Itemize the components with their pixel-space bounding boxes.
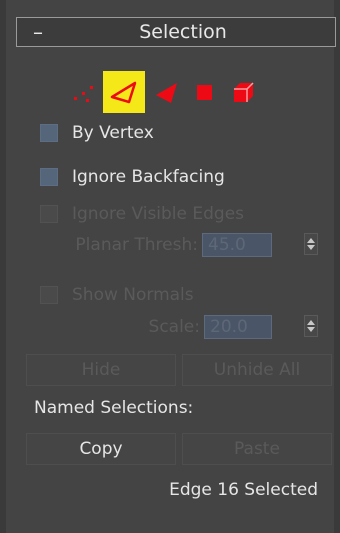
planar-thresh-field: 45.0 xyxy=(202,233,272,257)
scale-arrows xyxy=(304,315,318,337)
by-vertex-checkbox[interactable] xyxy=(40,124,58,142)
edge-button[interactable] xyxy=(103,71,145,113)
hide-button: Hide xyxy=(26,354,176,386)
unhide-all-button: Unhide All xyxy=(182,354,332,386)
edge-icon xyxy=(110,81,137,104)
planar-thresh-spinner: Planar Thresh: 45.0 xyxy=(6,232,340,258)
show-normals-option: Show Normals xyxy=(40,282,194,308)
element-icon xyxy=(234,82,254,102)
show-normals-label: Show Normals xyxy=(72,285,194,305)
vertex-icon xyxy=(74,86,93,102)
ignore-visible-edges-label: Ignore Visible Edges xyxy=(72,204,245,224)
ignore-visible-edges-option: Ignore Visible Edges xyxy=(40,201,244,227)
arrow-up-icon xyxy=(307,320,315,325)
rollout-title: Selection xyxy=(139,21,227,43)
collapse-icon[interactable]: – xyxy=(33,21,43,43)
ignore-backfacing-option[interactable]: Ignore Backfacing xyxy=(40,164,225,190)
show-normals-checkbox xyxy=(40,286,58,304)
arrow-up-icon xyxy=(307,238,315,243)
planar-thresh-label: Planar Thresh: xyxy=(75,235,198,255)
planar-thresh-arrows xyxy=(304,233,318,255)
named-selections-label: Named Selections: xyxy=(34,398,194,418)
selection-panel: – Selection By Vertex Ignore Backfacing … xyxy=(0,0,340,533)
border-icon xyxy=(156,83,177,103)
arrow-down-icon xyxy=(307,327,315,332)
ignore-backfacing-label: Ignore Backfacing xyxy=(72,167,225,187)
by-vertex-label: By Vertex xyxy=(72,123,154,143)
ignore-visible-edges-checkbox xyxy=(40,205,58,223)
paste-button: Paste xyxy=(182,433,332,465)
rollout-header[interactable]: – Selection xyxy=(16,17,336,47)
copy-button[interactable]: Copy xyxy=(26,433,176,465)
arrow-down-icon xyxy=(307,245,315,250)
scale-field: 20.0 xyxy=(204,315,272,339)
element-button[interactable] xyxy=(222,71,264,113)
ignore-backfacing-checkbox[interactable] xyxy=(40,168,58,186)
by-vertex-option[interactable]: By Vertex xyxy=(40,120,154,146)
polygon-button[interactable] xyxy=(183,71,225,113)
polygon-icon xyxy=(197,85,212,100)
selection-level-toolbar xyxy=(6,71,340,113)
scale-spinner: Scale: 20.0 xyxy=(6,314,340,340)
vertex-button[interactable] xyxy=(64,71,106,113)
scale-label: Scale: xyxy=(148,317,200,337)
border-button[interactable] xyxy=(145,71,187,113)
selection-status: Edge 16 Selected xyxy=(169,480,318,500)
